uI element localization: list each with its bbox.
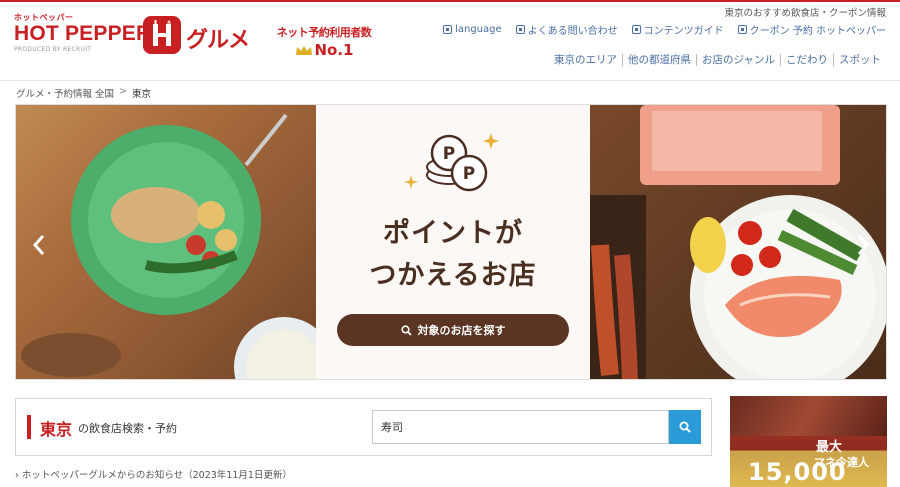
top-accent-line [0, 0, 900, 2]
search-icon [679, 421, 691, 433]
banner-title-line1: ポイントが [383, 218, 523, 249]
util-link-guide[interactable]: コンテンツガイド [631, 22, 724, 37]
area-search-panel: 東京 の飲食店検索・予約 [15, 398, 712, 456]
utility-links: language よくある問い合わせ コンテンツガイド クーポン 予約 ホットペ… [443, 22, 886, 37]
category-nav: 東京のエリア 他の都道府県 お店のジャンル こだわり スポット [549, 54, 886, 66]
question-icon [515, 25, 525, 34]
chevron-right-icon [737, 25, 747, 34]
find-shops-label: 対象のお店を探す [417, 324, 506, 337]
nav-genre[interactable]: お店のジャンル [696, 54, 780, 66]
search-area-name: 東京 [40, 420, 73, 439]
banner-prev-arrow-icon[interactable] [30, 233, 48, 257]
search-icon [400, 324, 412, 336]
find-shops-button[interactable]: 対象のお店を探す [337, 314, 569, 346]
nav-spot[interactable]: スポット [833, 54, 886, 66]
ranking-value-row: No.1 [276, 41, 372, 59]
point-coins-icon: P P [426, 133, 499, 192]
util-link-label: コンテンツガイド [643, 26, 724, 37]
header-divider [0, 80, 900, 81]
nav-other-prefectures[interactable]: 他の都道府県 [622, 54, 696, 66]
ranking-value: No.1 [314, 41, 354, 59]
breadcrumb-root[interactable]: グルメ・予約情報 全国 [16, 86, 114, 100]
keyword-search-input[interactable] [372, 410, 669, 444]
ad-headline: 最大 [816, 440, 843, 455]
ranking-badge: ネット予約利用者数 No.1 [276, 24, 372, 59]
search-accent-bar [27, 415, 31, 439]
coin-letter: P [463, 164, 475, 184]
search-description: の飲食店検索・予約 [78, 422, 177, 435]
sidebar-ad-banner[interactable]: 最大 マネ今達人 15,000 [730, 396, 887, 487]
banner-center-panel: P P ポイントが つかえるお店 対象のお店を探す [316, 105, 590, 379]
breadcrumb-current: 東京 [132, 89, 152, 100]
sparkle-icon [404, 175, 418, 189]
nav-kodawari[interactable]: こだわり [780, 54, 833, 66]
search-button[interactable] [669, 410, 701, 444]
util-link-coupon[interactable]: クーポン 予約 ホットペッパー [737, 22, 886, 37]
util-link-language[interactable]: language [443, 22, 502, 37]
ranking-caption: ネット予約利用者数 [276, 26, 372, 39]
guide-icon [631, 25, 641, 34]
util-link-label: よくある問い合わせ [527, 26, 618, 37]
ad-meat-photo [730, 396, 887, 436]
crown-icon [295, 46, 312, 55]
logo-main-text: HOT PEPPER [14, 22, 152, 45]
breadcrumb: グルメ・予約情報 全国 > 東京 [16, 86, 151, 100]
breadcrumb-separator: > [119, 86, 127, 97]
banner-food-photo-right [590, 105, 886, 379]
hotpepper-h-logo-icon [143, 16, 181, 54]
banner-food-photo-left [16, 105, 334, 379]
coin-letter: P [443, 144, 455, 164]
banner-title-line2: つかえるお店 [369, 260, 537, 291]
site-logo[interactable]: ホットペッパー HOT PEPPER PRODUCED BY RECRUIT [14, 12, 151, 53]
news-notice-link[interactable]: › ホットペッパーグルメからのお知らせ（2023年11月1日更新） [15, 467, 292, 481]
page-tagline: 東京のおすすめ飲食店・クーポン情報 [724, 8, 886, 19]
hero-banner[interactable]: P P ポイントが つかえるお店 対象のお店を探す [15, 104, 887, 380]
util-link-label: language [455, 24, 502, 35]
banner-next-arrow-icon[interactable] [854, 233, 872, 257]
util-link-faq[interactable]: よくある問い合わせ [515, 22, 618, 37]
logo-gurume-text[interactable]: グルメ [186, 22, 250, 54]
ad-number: 15,000 [748, 458, 847, 486]
nav-tokyo-area[interactable]: 東京のエリア [549, 54, 622, 66]
logo-produced-by: PRODUCED BY RECRUIT [14, 46, 92, 53]
util-link-label: クーポン 予約 ホットペッパー [749, 26, 886, 37]
globe-icon [443, 25, 453, 34]
